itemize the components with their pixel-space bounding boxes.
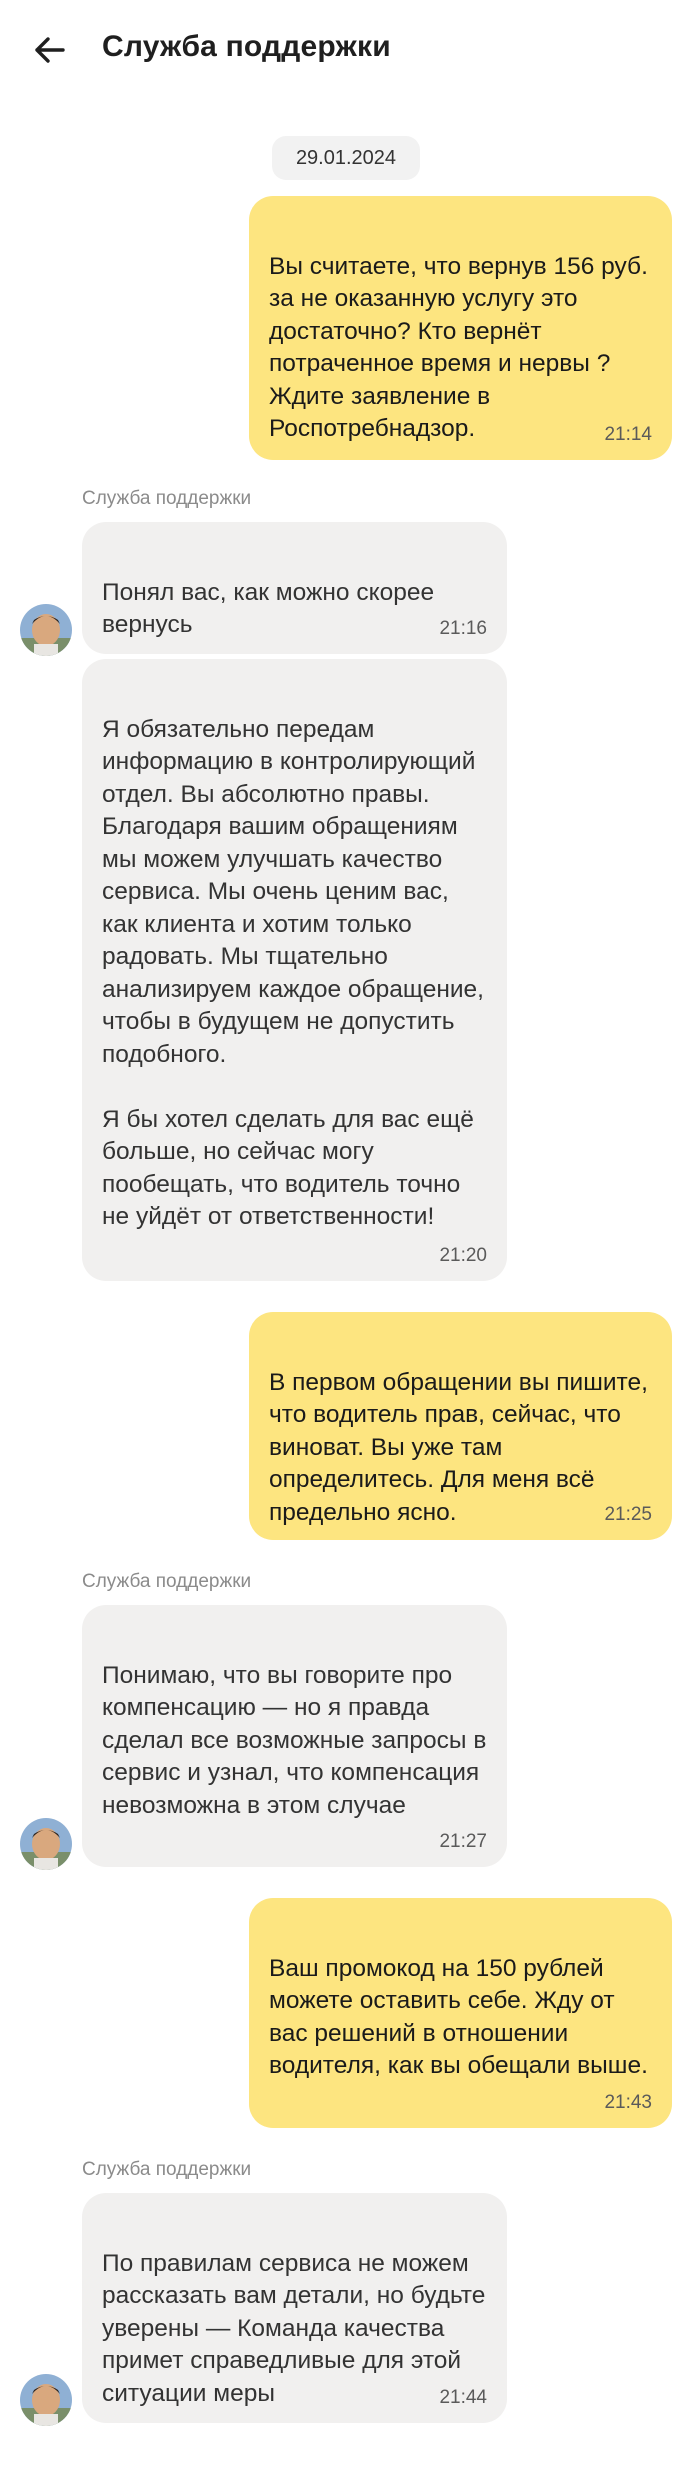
message-text: В первом обращении вы пишите, что водите…: [269, 1368, 648, 1526]
outgoing-message[interactable]: В первом обращении вы пишите, что водите…: [249, 1312, 672, 1540]
agent-avatar[interactable]: [20, 2374, 72, 2426]
avatar-image: [20, 604, 72, 656]
outgoing-message[interactable]: Вы считаете, что вернув 156 руб. за не о…: [249, 196, 672, 460]
message-time: 21:16: [439, 618, 487, 639]
message-text: Понял вас, как можно скорее вернусь: [102, 578, 435, 639]
avatar-image: [20, 2374, 72, 2426]
message-time: 21:20: [439, 1245, 487, 1266]
message-time: 21:43: [604, 2092, 652, 2113]
incoming-message[interactable]: Я обязательно передам информацию в контр…: [82, 659, 507, 1281]
sender-name: Служба поддержки: [82, 488, 252, 509]
agent-avatar[interactable]: [20, 604, 72, 656]
app-header: Служба поддержки: [0, 0, 700, 100]
arrow-left-icon: [35, 37, 65, 63]
message-time: 21:44: [439, 2387, 487, 2408]
sender-name: Служба поддержки: [82, 1571, 252, 1592]
agent-avatar[interactable]: [20, 1818, 72, 1870]
message-time: 21:27: [439, 1831, 487, 1852]
message-text: Ваш промокод на 150 рублей можете остави…: [269, 1954, 648, 2080]
sender-name: Служба поддержки: [82, 2159, 252, 2180]
outgoing-message[interactable]: Ваш промокод на 150 рублей можете остави…: [249, 1898, 672, 2128]
incoming-message[interactable]: Понимаю, что вы говорите про компенсацию…: [82, 1605, 507, 1867]
message-text: Я обязательно передам информацию в контр…: [102, 715, 484, 1231]
back-button[interactable]: [24, 28, 76, 72]
date-divider: 29.01.2024: [272, 136, 420, 180]
avatar-image: [20, 1818, 72, 1870]
message-text: Понимаю, что вы говорите про компенсацию…: [102, 1661, 487, 1819]
incoming-message[interactable]: Понял вас, как можно скорее вернусь 21:1…: [82, 522, 507, 654]
message-text: По правилам сервиса не можем рассказать …: [102, 2249, 486, 2407]
message-time: 21:25: [604, 1504, 652, 1525]
message-text: Вы считаете, что вернув 156 руб. за не о…: [269, 252, 648, 443]
page-title: Служба поддержки: [102, 30, 391, 63]
message-time: 21:14: [604, 424, 652, 445]
incoming-message[interactable]: По правилам сервиса не можем рассказать …: [82, 2193, 507, 2423]
